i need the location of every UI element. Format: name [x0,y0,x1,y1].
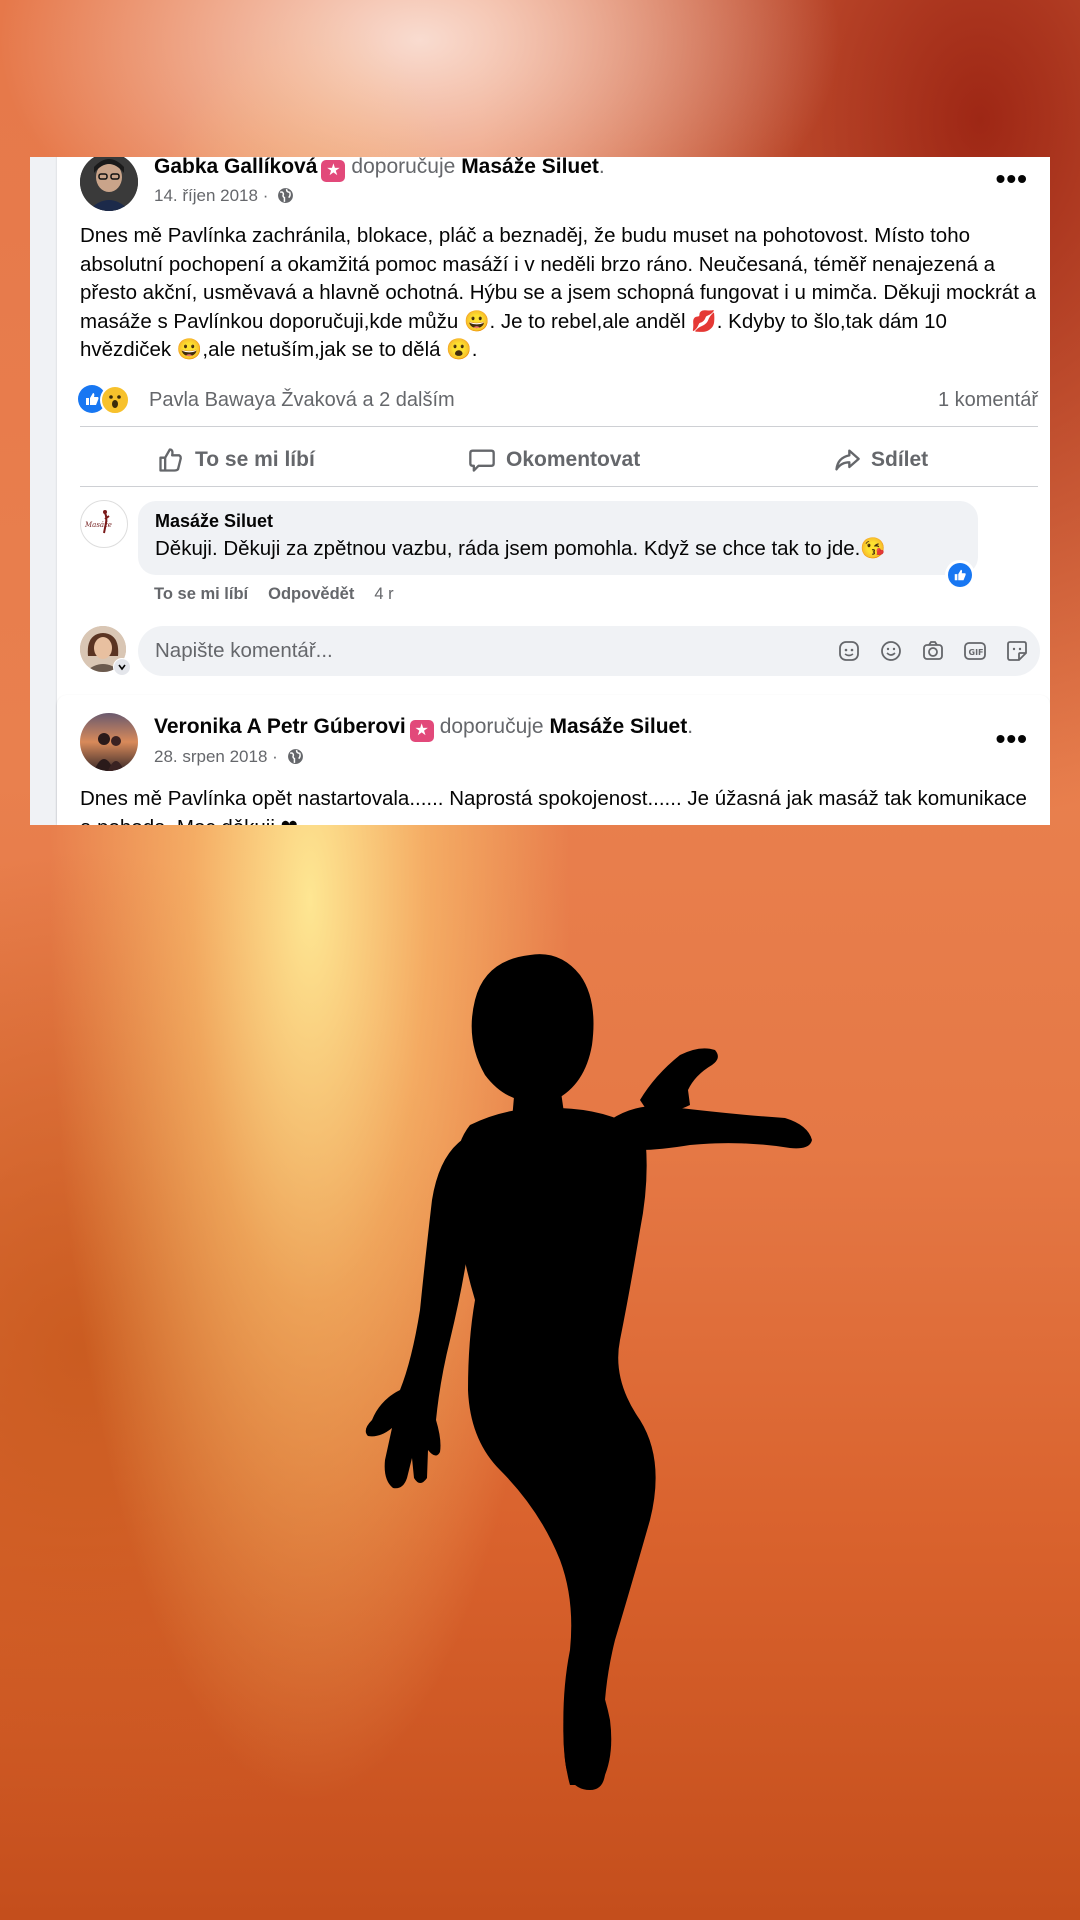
woman-silhouette [365,954,812,1790]
